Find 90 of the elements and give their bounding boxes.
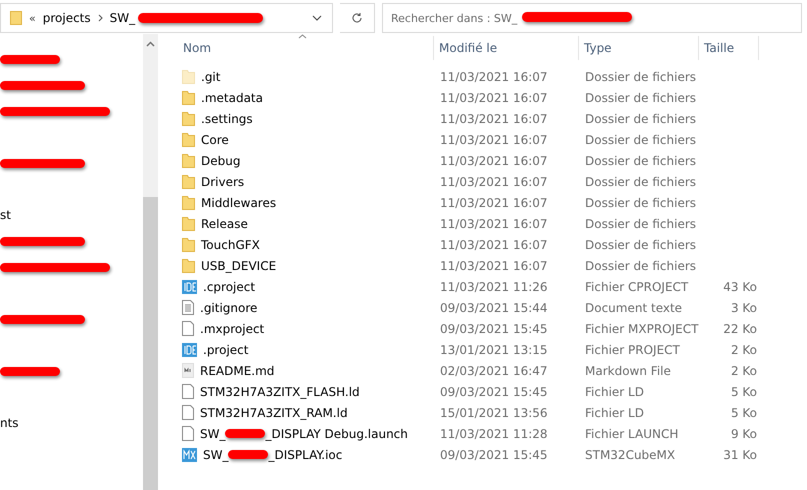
file-name[interactable]: .project: [203, 342, 248, 356]
size-cell-text: 43 Ko: [722, 280, 758, 294]
date-cell-text: 11/03/2021 11:28: [439, 426, 549, 440]
date-cell-text: 09/03/2021 15:45: [439, 448, 549, 462]
file-name[interactable]: Release: [201, 216, 248, 230]
file-name[interactable]: .settings: [201, 112, 253, 126]
file-name[interactable]: SW_: [203, 448, 228, 462]
date-cell-text: 11/03/2021 16:07: [439, 70, 549, 84]
type-cell-text: Fichier LAUNCH: [584, 426, 680, 440]
size-cell-text: 3 Ko: [730, 300, 758, 314]
chevron-right-icon: [98, 14, 103, 22]
refresh-icon: [351, 12, 363, 24]
date-cell-text: 13/01/2021 13:15: [439, 342, 549, 356]
type-cell-text: Dossier de fichiers: [584, 90, 698, 104]
overflow-chevron[interactable]: «: [29, 12, 36, 24]
folder-icon: [10, 11, 22, 25]
date-cell-text: 09/03/2021 15:45: [439, 322, 549, 336]
search-field[interactable]: Rechercher dans : SW_: [382, 3, 802, 33]
size-cell-text: 31 Ko: [722, 448, 758, 462]
file-name[interactable]: .gitignore: [200, 300, 258, 314]
type-cell-text: Dossier de fichiers: [584, 258, 698, 272]
type-cell-text: Dossier de fichiers: [584, 238, 698, 252]
type-cell-text: Fichier CPROJECT: [584, 280, 690, 294]
type-cell-text: Fichier LD: [584, 406, 645, 420]
type-cell-text: Fichier LD: [584, 384, 645, 398]
file-name[interactable]: SW_: [200, 426, 226, 440]
file-name[interactable]: Middlewares: [201, 196, 276, 210]
file-name[interactable]: TouchGFX: [201, 238, 260, 252]
nav-item[interactable]: nts: [0, 416, 19, 430]
breadcrumb-item[interactable]: SW_: [110, 11, 136, 25]
type-cell-text: Dossier de fichiers: [584, 216, 698, 230]
file-name[interactable]: Drivers: [201, 174, 244, 188]
date-cell-text: 11/03/2021 16:07: [439, 216, 549, 230]
column-header[interactable]: Taille: [699, 36, 759, 60]
file-name[interactable]: STM32H7A3ZITX_FLASH.ld: [200, 384, 360, 398]
type-cell-text: Dossier de fichiers: [584, 132, 698, 146]
date-cell-text: 11/03/2021 16:07: [439, 196, 549, 210]
file-name[interactable]: _DISPLAY.ioc: [268, 448, 342, 462]
date-cell-text: 09/03/2021 15:45: [439, 384, 549, 398]
size-cell-text: 2 Ko: [730, 364, 758, 378]
date-cell-text: 11/03/2021 16:07: [439, 258, 549, 272]
type-cell-text: Document texte: [584, 300, 684, 314]
date-cell-text: 15/01/2021 13:56: [439, 406, 549, 420]
type-cell-text: Dossier de fichiers: [584, 70, 698, 84]
size-cell-text: 5 Ko: [730, 384, 758, 398]
type-cell-text: Dossier de fichiers: [584, 154, 698, 168]
redaction-mark: [0, 54, 60, 64]
date-cell-text: 11/03/2021 16:07: [439, 238, 549, 252]
file-name[interactable]: .cproject: [203, 280, 256, 294]
type-cell-text: STM32CubeMX: [584, 448, 676, 462]
file-name[interactable]: .mxproject: [200, 322, 264, 336]
redaction-mark: [228, 450, 268, 459]
redaction-mark: [225, 429, 266, 438]
size-cell-text: 9 Ko: [730, 426, 758, 440]
type-cell-text: Dossier de fichiers: [584, 112, 698, 126]
column-header[interactable]: Type: [579, 36, 699, 60]
column-header[interactable]: Modifié le: [434, 36, 579, 60]
refresh-button[interactable]: [340, 3, 375, 33]
scrollbar-thumb[interactable]: [143, 197, 158, 490]
type-cell-text: Dossier de fichiers: [584, 196, 698, 210]
file-name[interactable]: .git: [201, 70, 220, 84]
date-cell-text: 11/03/2021 16:07: [439, 112, 549, 126]
file-name[interactable]: .metadata: [201, 90, 263, 104]
date-cell-text: 09/03/2021 15:44: [439, 300, 549, 314]
file-name[interactable]: _DISPLAY Debug.launch: [265, 426, 408, 440]
type-cell-text: Dossier de fichiers: [584, 174, 698, 188]
date-cell-text: 11/03/2021 16:07: [439, 174, 549, 188]
file-name[interactable]: Debug: [201, 154, 240, 168]
type-cell-text: Fichier MXPROJECT: [584, 322, 699, 336]
size-cell-text: 22 Ko: [722, 322, 758, 336]
type-cell-text: Fichier PROJECT: [584, 342, 681, 356]
file-name[interactable]: STM32H7A3ZITX_RAM.ld: [200, 406, 348, 420]
size-cell-text: 5 Ko: [730, 406, 758, 420]
file-name[interactable]: README.md: [200, 364, 274, 378]
file-name[interactable]: USB_DEVICE: [201, 258, 276, 272]
scroll-up-icon[interactable]: [146, 41, 155, 47]
date-cell-text: 11/03/2021 16:07: [439, 154, 549, 168]
date-cell-text: 11/03/2021 16:07: [439, 90, 549, 104]
nav-item[interactable]: st: [0, 208, 11, 222]
redaction-mark: [0, 366, 60, 376]
size-cell-text: 2 Ko: [730, 342, 758, 356]
date-cell-text: 02/03/2021 16:47: [439, 364, 549, 378]
sort-caret-icon: [298, 34, 307, 39]
date-cell-text: 11/03/2021 11:26: [439, 280, 549, 294]
dropdown-caret-icon[interactable]: [312, 15, 322, 21]
column-header[interactable]: Nom: [178, 36, 434, 60]
type-cell-text: Markdown File: [584, 364, 672, 378]
breadcrumb-item[interactable]: projects: [42, 11, 91, 25]
date-cell-text: 11/03/2021 16:07: [439, 132, 549, 146]
file-name[interactable]: Core: [201, 132, 229, 146]
